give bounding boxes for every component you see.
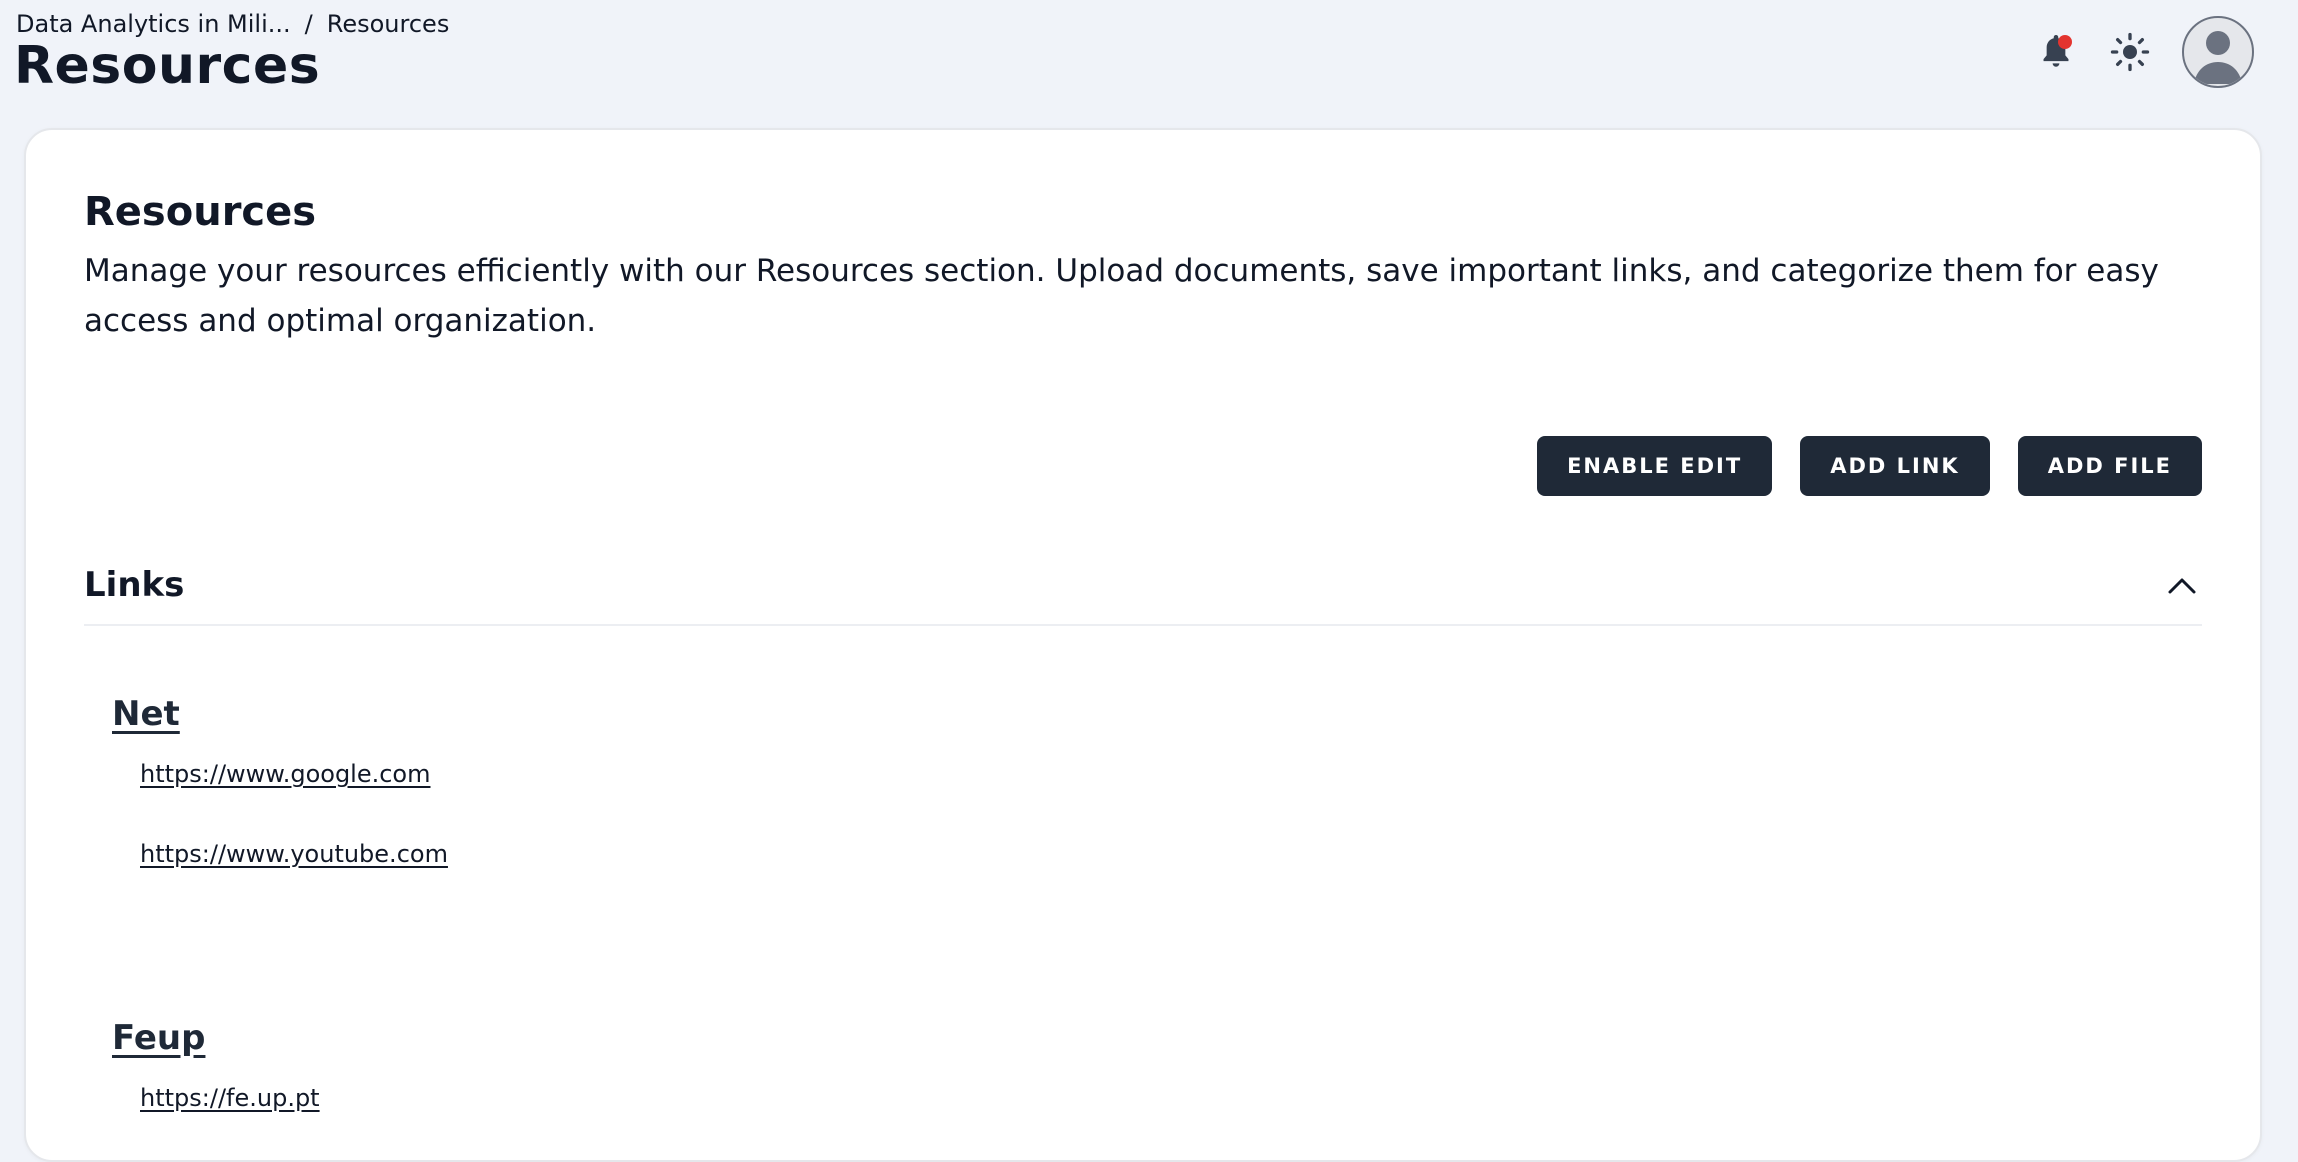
breadcrumb-current: Resources bbox=[326, 10, 450, 38]
resources-card: Resources Manage your resources efficien… bbox=[24, 128, 2262, 1162]
resources-card-content: Resources Manage your resources efficien… bbox=[84, 189, 2202, 1112]
notifications-button[interactable] bbox=[2034, 30, 2078, 74]
sun-icon bbox=[2110, 32, 2150, 72]
add-file-button[interactable]: ADD FILE bbox=[2017, 436, 2202, 496]
card-description: Manage your resources efficiently with o… bbox=[84, 253, 2159, 339]
link-item[interactable]: https://www.youtube.com bbox=[140, 840, 448, 868]
user-avatar[interactable] bbox=[2182, 16, 2254, 88]
breadcrumb-parent[interactable]: Data Analytics in Mili... bbox=[16, 10, 291, 38]
add-link-button[interactable]: ADD LINK bbox=[1800, 436, 1990, 496]
enable-edit-button[interactable]: ENABLE EDIT bbox=[1537, 436, 1773, 496]
collapse-toggle[interactable] bbox=[2162, 565, 2202, 605]
link-item[interactable]: https://www.google.com bbox=[140, 760, 431, 788]
link-item[interactable]: https://fe.up.pt bbox=[140, 1084, 320, 1112]
breadcrumb: Data Analytics in Mili... / Resources bbox=[16, 10, 449, 38]
notification-dot bbox=[2058, 35, 2072, 49]
link-group-net: Net bbox=[112, 694, 180, 734]
link-group-title[interactable]: Feup bbox=[112, 1018, 205, 1058]
theme-toggle-button[interactable] bbox=[2108, 30, 2152, 74]
links-section-header[interactable]: Links bbox=[84, 546, 2202, 626]
chevron-up-icon bbox=[2168, 578, 2196, 594]
header-actions bbox=[2034, 16, 2254, 88]
top-bar: Data Analytics in Mili... / Resources Reso… bbox=[0, 0, 2298, 120]
link-group-title[interactable]: Net bbox=[112, 694, 180, 734]
link-group-feup: Feup bbox=[112, 1018, 205, 1058]
breadcrumb-separator: / bbox=[304, 10, 313, 38]
links-section-title: Links bbox=[84, 565, 185, 605]
user-avatar-icon bbox=[2194, 31, 2242, 84]
resource-actions: ENABLE EDIT ADD LINK ADD FILE bbox=[1537, 436, 2202, 496]
page-title: Resources bbox=[14, 36, 321, 96]
card-title: Resources bbox=[84, 189, 317, 235]
